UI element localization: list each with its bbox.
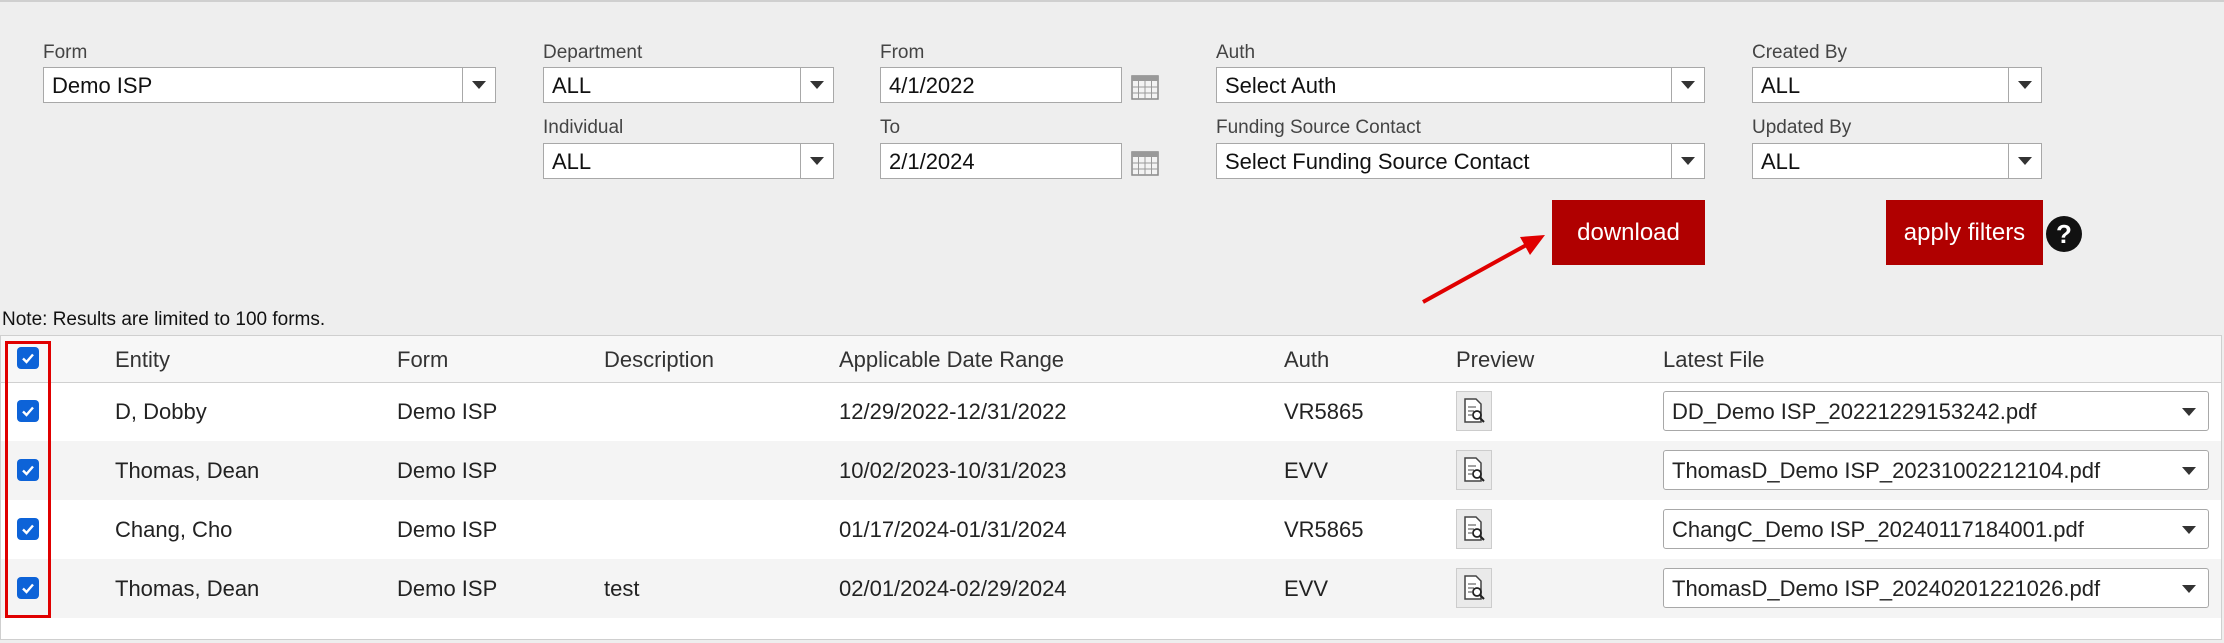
help-icon[interactable]: ? [2046,216,2082,252]
created-by-value: ALL [1761,73,1801,98]
entity-cell: D, Dobby [115,399,207,424]
latest-file-select[interactable]: ThomasD_Demo ISP_20231002212104.pdf [1663,450,2209,490]
table-header: Entity Form Description Applicable Date … [1,336,2221,383]
chevron-down-icon[interactable] [2008,68,2041,102]
auth-select-value: Select Auth [1225,73,1337,98]
chevron-down-icon[interactable] [2008,144,2041,178]
checkmark-icon [22,583,34,594]
column-header-latest-file[interactable]: Latest File [1663,347,1765,373]
form-cell: Demo ISP [397,576,498,601]
funding-source-select[interactable]: Select Funding Source Contact [1216,143,1705,179]
updated-by-label: Updated By [1752,117,1852,138]
checkmark-icon [22,465,34,476]
latest-file-value: ChangC_Demo ISP_20240117184001.pdf [1672,517,2084,542]
select-all-checkbox[interactable] [17,347,39,369]
auth-filter-label: Auth [1216,42,1256,63]
form-cell: Demo ISP [397,458,498,483]
funding-source-value: Select Funding Source Contact [1225,149,1530,174]
created-by-select[interactable]: ALL [1752,67,2042,103]
entity-cell: Thomas, Dean [115,576,260,601]
top-divider [0,0,2224,2]
checkmark-icon [22,353,34,364]
row-checkbox[interactable] [17,577,39,599]
from-date-value: 4/1/2022 [889,73,975,98]
auth-select[interactable]: Select Auth [1216,67,1705,103]
date-range-cell: 12/29/2022-12/31/2022 [839,399,1067,424]
auth-cell: VR5865 [1284,399,1364,424]
table-row: Chang, Cho Demo ISP 01/17/2024-01/31/202… [1,500,2221,559]
chevron-down-icon[interactable] [462,68,495,102]
apply-filters-button[interactable]: apply filters [1886,200,2043,265]
chevron-down-icon[interactable] [800,144,833,178]
column-header-description[interactable]: Description [604,347,714,373]
chevron-down-icon [2182,585,2196,593]
form-select-value: Demo ISP [52,73,153,98]
from-date-input[interactable]: 4/1/2022 [880,67,1122,103]
chevron-down-icon [2182,467,2196,475]
auth-cell: EVV [1284,458,1329,483]
department-select[interactable]: ALL [543,67,834,103]
latest-file-value: DD_Demo ISP_20221229153242.pdf [1672,399,2037,424]
forms-table: Entity Form Description Applicable Date … [0,335,2222,640]
checkmark-icon [22,406,34,417]
date-range-cell: 10/02/2023-10/31/2023 [839,458,1067,483]
chevron-down-icon [2182,408,2196,416]
updated-by-value: ALL [1761,149,1801,174]
auth-cell: VR5865 [1284,517,1364,542]
calendar-icon[interactable] [1131,150,1159,176]
column-header-form[interactable]: Form [397,347,448,373]
individual-select[interactable]: ALL [543,143,834,179]
results-limit-note: Note: Results are limited to 100 forms. [2,309,326,330]
preview-document-icon[interactable] [1456,391,1492,431]
table-row: Thomas, Dean Demo ISP test 02/01/2024-02… [1,559,2221,618]
column-header-preview[interactable]: Preview [1456,347,1534,373]
checkmark-icon [22,524,34,535]
download-button[interactable]: download [1552,200,1705,265]
latest-file-value: ThomasD_Demo ISP_20231002212104.pdf [1672,458,2101,483]
chevron-down-icon[interactable] [1671,68,1704,102]
department-filter-label: Department [543,42,643,63]
latest-file-select[interactable]: ThomasD_Demo ISP_20240201221026.pdf [1663,568,2209,608]
created-by-label: Created By [1752,42,1848,63]
latest-file-select[interactable]: ChangC_Demo ISP_20240117184001.pdf [1663,509,2209,549]
from-date-label: From [880,42,925,63]
column-header-date-range[interactable]: Applicable Date Range [839,347,1064,373]
row-checkbox[interactable] [17,459,39,481]
chevron-down-icon[interactable] [1671,144,1704,178]
column-header-entity[interactable]: Entity [115,347,170,373]
to-date-value: 2/1/2024 [889,149,975,174]
form-cell: Demo ISP [397,517,498,542]
date-range-cell: 02/01/2024-02/29/2024 [839,576,1067,601]
entity-cell: Chang, Cho [115,517,233,542]
individual-select-value: ALL [552,149,592,174]
date-range-cell: 01/17/2024-01/31/2024 [839,517,1067,542]
row-checkbox[interactable] [17,518,39,540]
chevron-down-icon[interactable] [800,68,833,102]
preview-document-icon[interactable] [1456,509,1492,549]
calendar-icon[interactable] [1131,74,1159,100]
column-header-auth[interactable]: Auth [1284,347,1329,373]
table-row: D, Dobby Demo ISP 12/29/2022-12/31/2022 … [1,382,2221,441]
latest-file-select[interactable]: DD_Demo ISP_20221229153242.pdf [1663,391,2209,431]
chevron-down-icon [2182,526,2196,534]
description-cell: test [604,576,640,601]
funding-source-label: Funding Source Contact [1216,117,1421,138]
to-date-input[interactable]: 2/1/2024 [880,143,1122,179]
table-row: Thomas, Dean Demo ISP 10/02/2023-10/31/2… [1,441,2221,500]
to-date-label: To [880,117,901,138]
individual-filter-label: Individual [543,117,624,138]
updated-by-select[interactable]: ALL [1752,143,2042,179]
form-cell: Demo ISP [397,399,498,424]
latest-file-value: ThomasD_Demo ISP_20240201221026.pdf [1672,576,2101,601]
department-select-value: ALL [552,73,592,98]
preview-document-icon[interactable] [1456,450,1492,490]
preview-document-icon[interactable] [1456,568,1492,608]
auth-cell: EVV [1284,576,1329,601]
form-filter-label: Form [43,42,88,63]
form-select[interactable]: Demo ISP [43,67,496,103]
entity-cell: Thomas, Dean [115,458,260,483]
row-checkbox[interactable] [17,400,39,422]
